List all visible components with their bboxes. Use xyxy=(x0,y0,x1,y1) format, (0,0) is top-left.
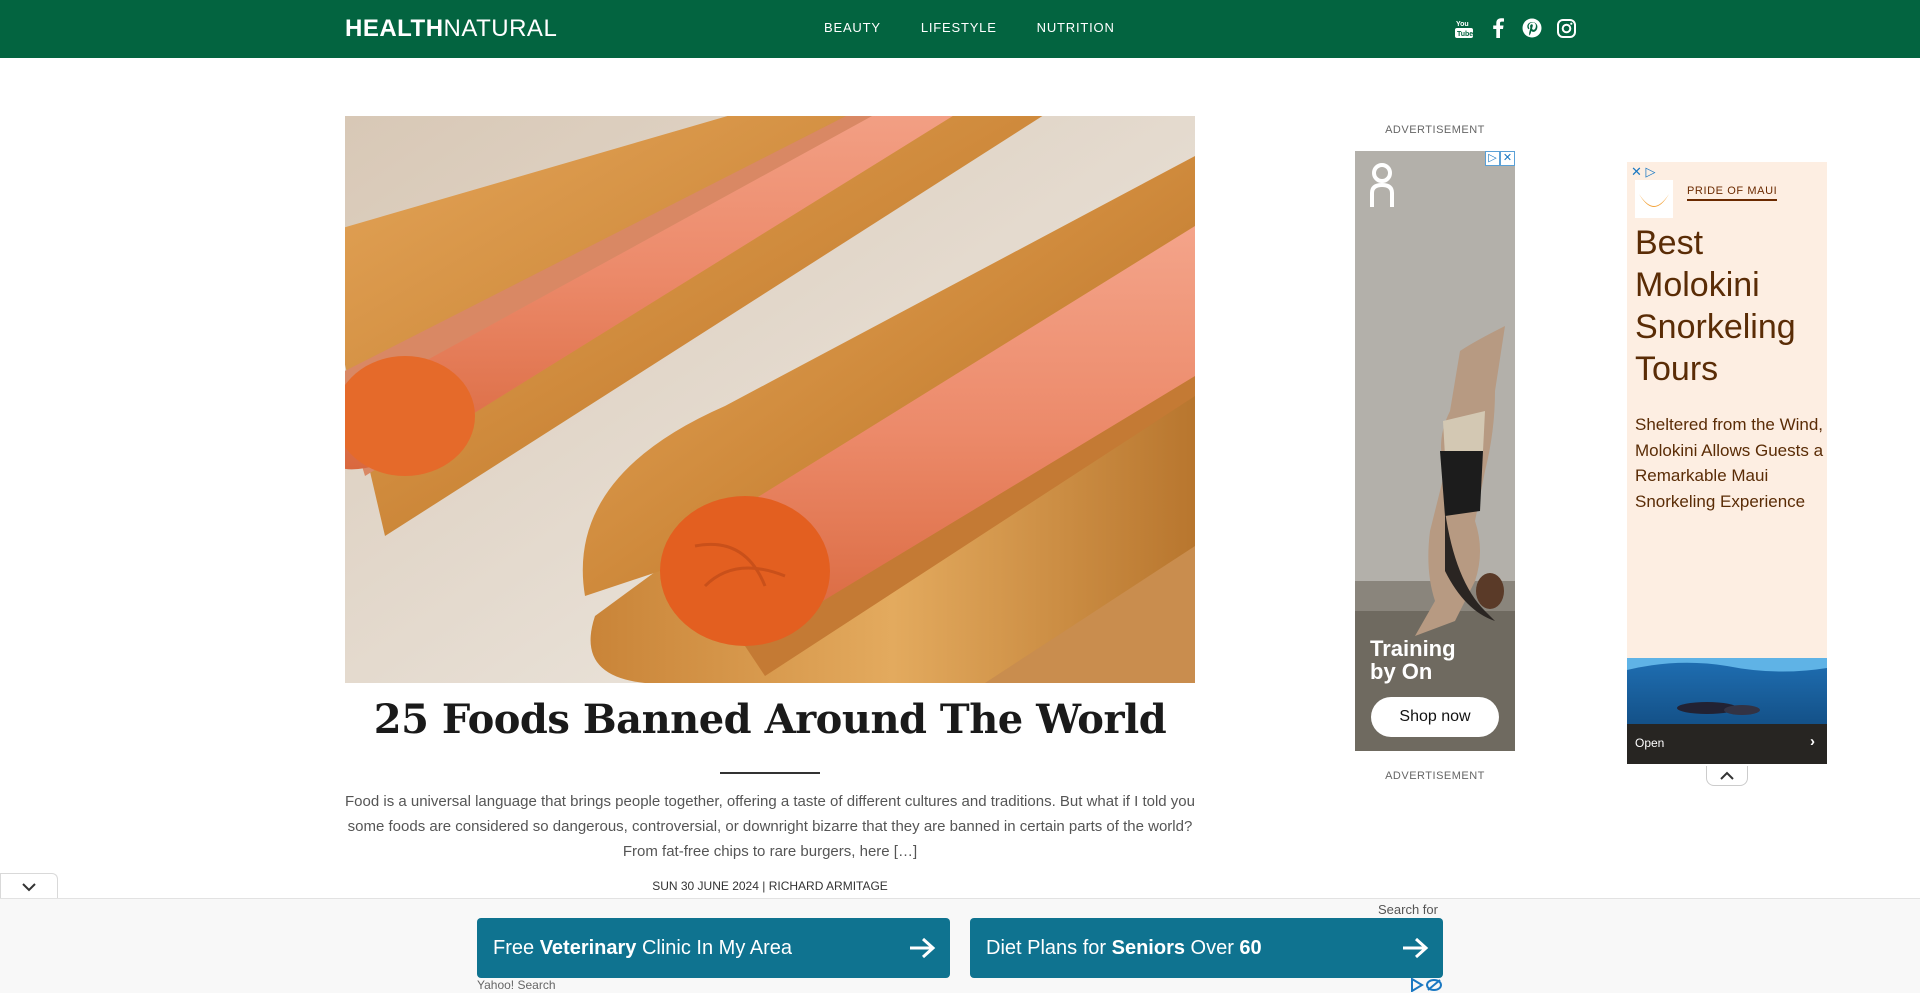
logo-bold: HEALTH xyxy=(345,15,444,42)
arrow-right-icon xyxy=(1401,918,1429,978)
link-text-bold: Veterinary xyxy=(539,937,637,959)
open-bar[interactable]: Open › xyxy=(1627,724,1827,764)
ad-body-text: Sheltered from the Wind, Molokini Allows… xyxy=(1635,415,1824,511)
on-brand-logo xyxy=(1369,163,1395,213)
instagram-icon[interactable] xyxy=(1556,17,1576,39)
ad-headline[interactable]: Best Molokini Snorkeling Tours xyxy=(1635,222,1825,390)
link-text-post: Over xyxy=(1184,937,1240,959)
logo-thin: NATURAL xyxy=(443,15,558,42)
arrow-right-icon xyxy=(908,918,936,978)
ad-choices[interactable]: ▷ ✕ xyxy=(1485,151,1515,166)
shop-now-button[interactable]: Shop now xyxy=(1371,697,1499,737)
link-text-bold-2: 60 xyxy=(1239,937,1262,959)
ad-close-icon[interactable]: ✕ xyxy=(1500,151,1515,166)
svg-text:You: You xyxy=(1456,21,1469,28)
chevron-down-icon xyxy=(22,883,36,892)
link-text-pre: Diet Plans for xyxy=(986,937,1112,959)
link-text-post: Clinic In My Area xyxy=(636,937,793,959)
ad-tagline: Training by On xyxy=(1370,636,1456,684)
chevron-right-icon[interactable]: › xyxy=(1810,733,1815,750)
article-title[interactable]: 25 Foods Banned Around The World xyxy=(345,695,1195,745)
diet-plans-link[interactable]: Diet Plans for Seniors Over 60 xyxy=(970,918,1443,978)
ad-close-icon[interactable]: ✕ ▷ xyxy=(1631,164,1656,180)
title-divider xyxy=(720,772,820,774)
pride-of-maui-logo xyxy=(1635,180,1673,218)
veterinary-clinic-link[interactable]: Free Veterinary Clinic In My Area xyxy=(477,918,950,978)
svg-text:Tube: Tube xyxy=(1457,31,1473,38)
search-source[interactable]: Yahoo! Search xyxy=(477,978,556,992)
ad-brand-name[interactable]: PRIDE OF MAUI xyxy=(1687,185,1778,201)
nav-nutrition[interactable]: NUTRITION xyxy=(1037,20,1115,36)
article-meta: SUN 30 JUNE 2024 | RICHARD ARMITAGE xyxy=(652,879,888,893)
maui-ad[interactable]: ✕ ▷ PRIDE OF MAUI Best Molokini Snorkeli… xyxy=(1627,162,1827,764)
main-nav: BEAUTY LIFESTYLE NUTRITION xyxy=(824,20,1115,36)
site-logo[interactable]: HEALTHNATURAL xyxy=(345,15,557,43)
site-header: HEALTHNATURAL BEAUTY LIFESTYLE NUTRITION… xyxy=(0,0,1920,58)
social-links: You Tube xyxy=(1454,17,1576,39)
minimize-bottom-bar-button[interactable] xyxy=(0,873,58,900)
article-excerpt: Food is a universal language that brings… xyxy=(345,793,1195,860)
nav-beauty[interactable]: BEAUTY xyxy=(824,20,881,36)
link-text-bold: Seniors xyxy=(1111,937,1185,959)
nav-lifestyle[interactable]: LIFESTYLE xyxy=(921,20,997,36)
link-text-pre: Free xyxy=(493,937,540,959)
pinterest-icon[interactable] xyxy=(1522,17,1542,39)
ad-label-bottom: ADVERTISEMENT xyxy=(1385,770,1485,782)
bottom-ad-bar xyxy=(0,898,1920,993)
facebook-icon[interactable] xyxy=(1488,17,1508,39)
chevron-up-icon xyxy=(1720,771,1734,780)
article-hero-image[interactable] xyxy=(345,116,1195,683)
collapse-ad-button[interactable] xyxy=(1706,766,1748,786)
on-running-ad[interactable]: ▷ ✕ Training by On Shop now xyxy=(1355,151,1515,751)
search-for-label: Search for xyxy=(1378,902,1438,917)
ad-label-top: ADVERTISEMENT xyxy=(1385,124,1485,136)
ad-choices-icon[interactable] xyxy=(1410,978,1442,992)
youtube-icon[interactable]: You Tube xyxy=(1454,17,1474,39)
ad-info-icon[interactable]: ▷ xyxy=(1485,151,1500,166)
open-label[interactable]: Open xyxy=(1635,736,1664,750)
